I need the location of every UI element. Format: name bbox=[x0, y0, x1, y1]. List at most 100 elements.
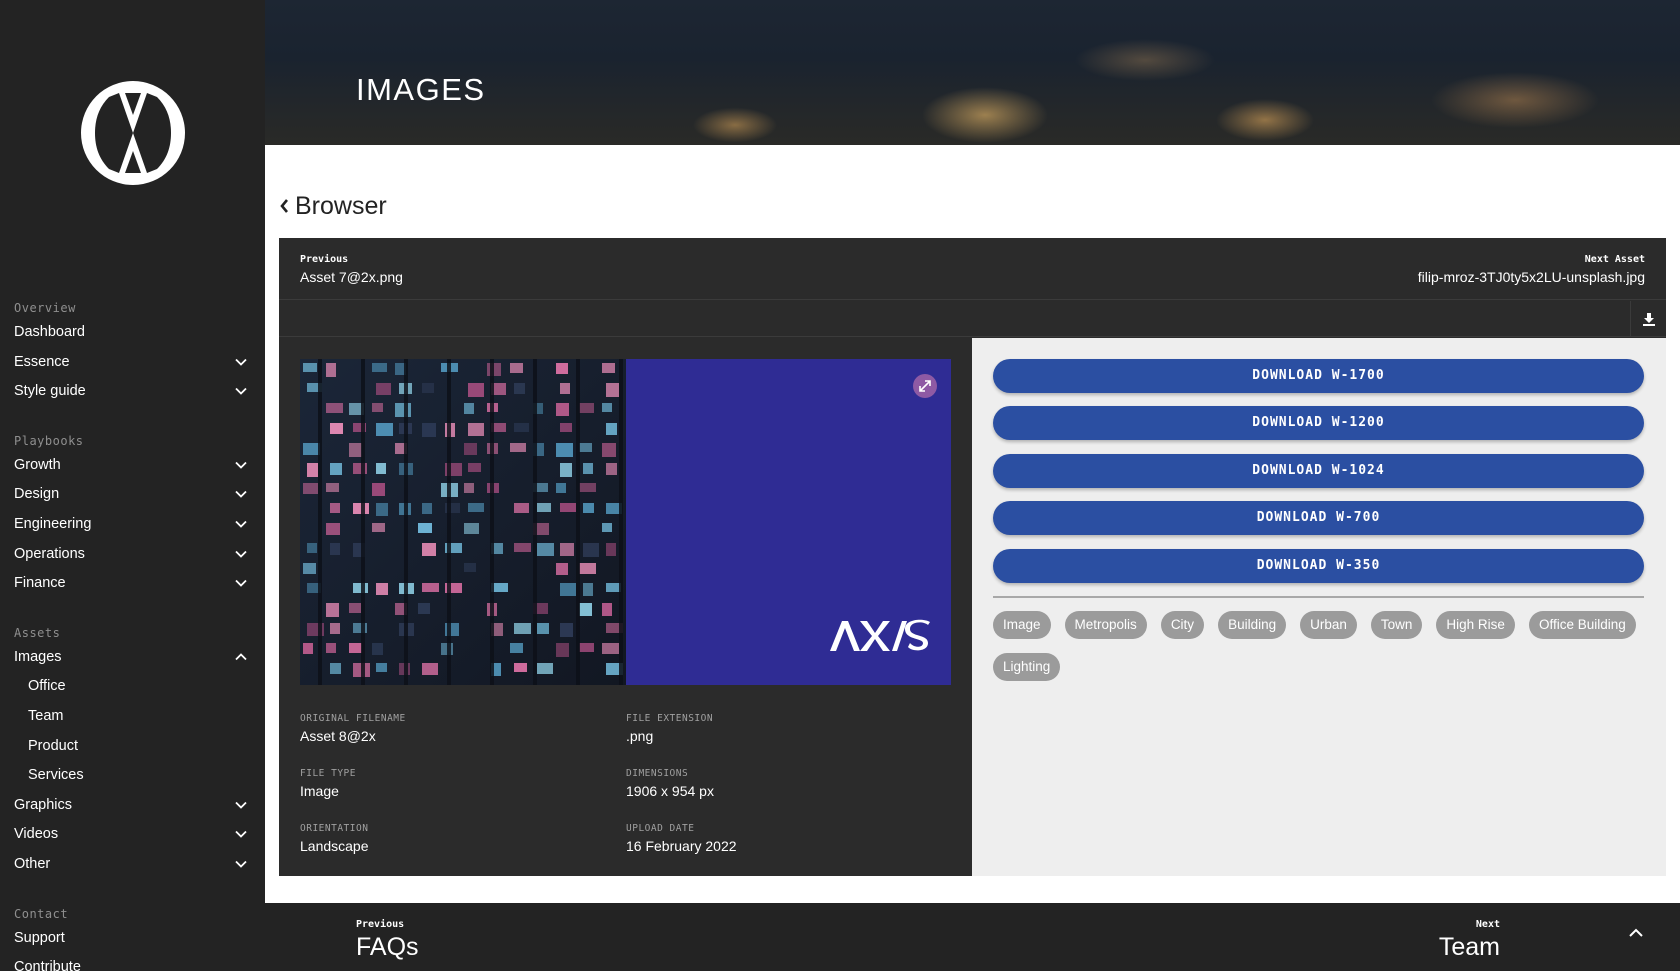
scroll-to-top-icon[interactable] bbox=[1628, 927, 1644, 939]
nav-group-gap bbox=[0, 407, 265, 431]
page-footer-nav: Previous FAQs Next Team bbox=[265, 903, 1680, 971]
next-page-label: Next bbox=[1475, 919, 1500, 930]
sidebar-item-services[interactable]: Services bbox=[0, 761, 265, 791]
chevron-down-icon[interactable] bbox=[235, 520, 247, 528]
nav-group-title: Assets bbox=[14, 625, 61, 640]
sidebar-item-essence[interactable]: Essence bbox=[0, 348, 265, 378]
nav-group-title: Contact bbox=[14, 906, 69, 921]
tag-lighting[interactable]: Lighting bbox=[993, 653, 1061, 681]
meta-value: Landscape bbox=[300, 838, 369, 854]
tag-list: Image Metropolis City Building Urban Town High… bbox=[993, 611, 1644, 681]
download-button[interactable] bbox=[1630, 301, 1666, 337]
sidebar-item-contribute[interactable]: Contribute bbox=[0, 953, 265, 971]
sidebar-item-label: Growth bbox=[14, 456, 61, 473]
chevron-down-icon[interactable] bbox=[235, 387, 247, 395]
sidebar-item-team[interactable]: Team bbox=[0, 702, 265, 732]
sidebar-item-label: Engineering bbox=[14, 515, 92, 532]
sidebar-item-other[interactable]: Other bbox=[0, 850, 265, 880]
sidebar-item-label: Support bbox=[14, 929, 65, 946]
meta-value: Image bbox=[300, 783, 339, 799]
chevron-down-icon[interactable] bbox=[235, 579, 247, 587]
meta-orientation: ORIENTATION Landscape bbox=[300, 823, 600, 854]
previous-page-link[interactable]: Previous FAQs bbox=[356, 919, 419, 962]
previous-page-label: Previous bbox=[356, 919, 405, 930]
page-title: IMAGES bbox=[356, 72, 486, 107]
sidebar-item-label: Office bbox=[28, 678, 66, 695]
tag-town[interactable]: Town bbox=[1370, 611, 1423, 639]
tag-urban[interactable]: Urban bbox=[1300, 611, 1357, 639]
download-w1024-button[interactable]: DOWNLOAD W-1024 bbox=[993, 454, 1644, 488]
chevron-down-icon[interactable] bbox=[235, 461, 247, 469]
sidebar-item-growth[interactable]: Growth bbox=[0, 451, 265, 481]
sidebar-item-graphics[interactable]: Graphics bbox=[0, 791, 265, 821]
sidebar-item-dashboard[interactable]: Dashboard bbox=[0, 318, 265, 348]
previous-asset-label: Previous bbox=[300, 254, 349, 265]
sidebar-item-images[interactable]: Images bbox=[0, 643, 265, 673]
asset-pagination: Previous Asset 7@2x.png Next Asset filip… bbox=[279, 238, 1666, 300]
sidebar-item-label: Contribute bbox=[14, 959, 81, 971]
sidebar-item-finance[interactable]: Finance bbox=[0, 569, 265, 599]
tag-image[interactable]: Image bbox=[993, 611, 1051, 639]
tag-high-rise[interactable]: High Rise bbox=[1436, 611, 1515, 639]
meta-label: FILE TYPE bbox=[300, 768, 356, 779]
brand-logo[interactable] bbox=[81, 81, 185, 185]
sidebar-item-videos[interactable]: Videos bbox=[0, 820, 265, 850]
sidebar-item-label: Other bbox=[14, 855, 51, 872]
chevron-down-icon[interactable] bbox=[235, 801, 247, 809]
sidebar-item-label: Essence bbox=[14, 353, 70, 370]
chevron-down-icon[interactable] bbox=[235, 860, 247, 868]
meta-value: Asset 8@2x bbox=[300, 728, 376, 744]
tag-building[interactable]: Building bbox=[1218, 611, 1287, 639]
tag-city[interactable]: City bbox=[1160, 611, 1205, 639]
sidebar-item-style-guide[interactable]: Style guide bbox=[0, 377, 265, 407]
sidebar-item-label: Style guide bbox=[14, 383, 86, 400]
next-page-link[interactable]: Next Team bbox=[1439, 919, 1500, 962]
previous-asset-link[interactable]: Previous Asset 7@2x.png bbox=[300, 254, 403, 285]
sidebar-item-engineering[interactable]: Engineering bbox=[0, 510, 265, 540]
chevron-down-icon[interactable] bbox=[235, 830, 247, 839]
nav-group-gap bbox=[0, 599, 265, 623]
download-w1700-button[interactable]: DOWNLOAD W-1700 bbox=[993, 359, 1644, 393]
sidebar-item-design[interactable]: Design bbox=[0, 480, 265, 510]
meta-file-type: FILE TYPE Image bbox=[300, 768, 600, 799]
sidebar-item-product[interactable]: Product bbox=[0, 732, 265, 762]
next-asset-link[interactable]: Next Asset filip-mroz-3TJ0ty5x2LU-unspla… bbox=[1418, 254, 1645, 285]
asset-panel: Previous Asset 7@2x.png Next Asset filip… bbox=[279, 238, 1666, 876]
meta-label: DIMENSIONS bbox=[626, 768, 689, 779]
previous-asset-name: Asset 7@2x.png bbox=[300, 269, 403, 285]
download-options: DOWNLOAD W-1700 DOWNLOAD W-1200 DOWNLOAD… bbox=[972, 338, 1666, 876]
next-asset-label: Next Asset bbox=[1584, 254, 1645, 265]
sidebar-item-operations[interactable]: Operations bbox=[0, 540, 265, 570]
chevron-down-icon[interactable] bbox=[235, 358, 247, 366]
nav-group-title: Playbooks bbox=[14, 433, 84, 448]
chevron-down-icon[interactable] bbox=[235, 550, 247, 558]
expand-icon bbox=[919, 380, 931, 392]
next-page-title: Team bbox=[1438, 933, 1500, 961]
tag-office-building[interactable]: Office Building bbox=[1528, 611, 1636, 639]
meta-label: FILE EXTENSION bbox=[626, 713, 714, 724]
download-w1200-button[interactable]: DOWNLOAD W-1200 bbox=[993, 406, 1644, 440]
preview-artwork bbox=[300, 359, 951, 685]
nav-group-gap bbox=[0, 880, 265, 904]
sidebar-item-support[interactable]: Support bbox=[0, 924, 265, 954]
tag-metropolis[interactable]: Metropolis bbox=[1064, 611, 1147, 639]
sidebar-item-label: Finance bbox=[14, 575, 66, 592]
nav-group-title: Overview bbox=[14, 301, 76, 315]
back-to-browser-link[interactable]: Browser bbox=[279, 190, 387, 222]
sidebar-item-label: Services bbox=[28, 767, 84, 784]
download-w350-button[interactable]: DOWNLOAD W-350 bbox=[993, 549, 1644, 583]
meta-original-filename: ORIGINAL FILENAME Asset 8@2x bbox=[300, 713, 600, 744]
sidebar-item-office[interactable]: Office bbox=[0, 672, 265, 702]
meta-file-extension: FILE EXTENSION .png bbox=[626, 713, 926, 744]
sidebar-item-label: Team bbox=[28, 707, 64, 724]
meta-value: 16 February 2022 bbox=[626, 838, 737, 854]
expand-preview-button[interactable] bbox=[913, 374, 937, 398]
chevron-down-icon[interactable] bbox=[235, 490, 247, 499]
download-icon bbox=[1642, 312, 1655, 326]
asset-preview-image[interactable] bbox=[300, 359, 951, 685]
download-w700-button[interactable]: DOWNLOAD W-700 bbox=[993, 501, 1644, 535]
meta-label: UPLOAD DATE bbox=[626, 823, 695, 834]
meta-label: ORIENTATION bbox=[300, 823, 369, 834]
chevron-up-icon[interactable] bbox=[235, 652, 247, 661]
sidebar: Overview Dashboard Essence Style guide Playb… bbox=[0, 0, 265, 971]
